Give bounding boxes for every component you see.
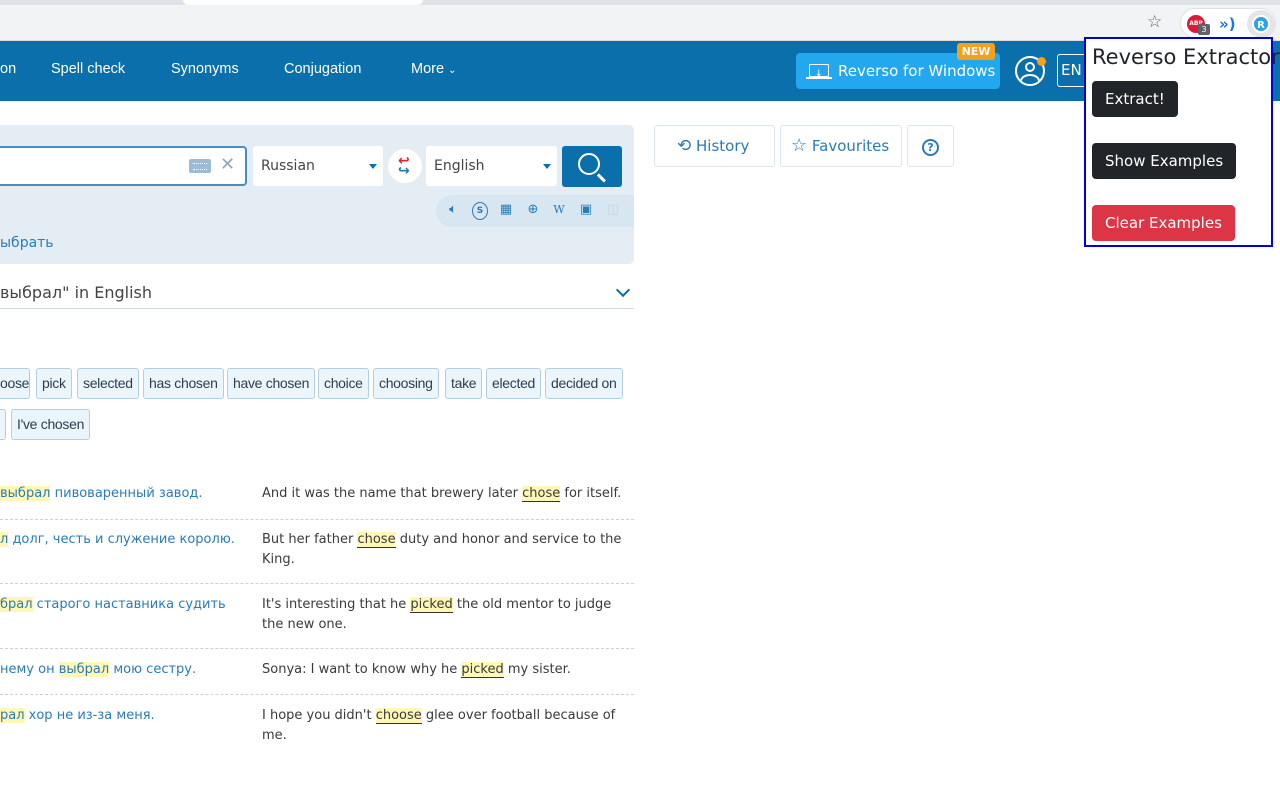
caret-down-icon [543, 164, 551, 169]
translation-chip[interactable]: have chosen [227, 368, 316, 399]
skype-icon[interactable]: S [472, 202, 488, 220]
extension-popup: Reverso Extractor Extract! Show Examples… [1084, 37, 1280, 247]
translation-chip[interactable]: choosing [373, 368, 439, 399]
globe-icon[interactable]: ⊕ [525, 202, 541, 218]
reverso-extension-icon[interactable]: R [1247, 10, 1275, 38]
nav-synonyms[interactable]: Synonyms [171, 61, 239, 77]
translation-chip[interactable] [0, 409, 6, 440]
clear-icon[interactable]: ✕ [220, 154, 235, 176]
nav-more-label: More [411, 61, 445, 77]
translation-chip[interactable]: I've chosen [11, 409, 91, 440]
translation-chip[interactable]: take [445, 368, 483, 399]
translation-chip[interactable]: elected [486, 368, 542, 399]
example-row: л долг, честь и служение королю. But her… [0, 520, 634, 584]
swap-arrow-icon-2: ↪ [398, 163, 410, 179]
read-aloud-icon[interactable]: ») [1219, 14, 1236, 34]
help-icon: ? [922, 139, 939, 156]
history-icon: ⟲ [677, 136, 692, 156]
reverso-windows-label: Reverso for Windows [838, 62, 996, 80]
translation-chip[interactable]: selected [77, 368, 139, 399]
speaker-icon[interactable]: 🔈︎ [445, 202, 461, 218]
example-row: нему он выбрал мою сестру. Sonya: I want… [0, 649, 634, 695]
history-label: History [696, 137, 750, 155]
example-source: брал старого наставника судить [0, 597, 226, 612]
query-link[interactable]: ыбрать [0, 235, 54, 251]
help-button[interactable]: ? [907, 125, 954, 167]
favourites-label: Favourites [811, 137, 890, 155]
nav-spell-check[interactable]: Spell check [51, 61, 125, 77]
example-target: And it was the name that brewery later c… [262, 486, 622, 502]
example-source: выбрал пивоваренный завод. [0, 486, 203, 501]
search-button[interactable] [562, 146, 622, 187]
example-row: брал старого наставника судить It's inte… [0, 584, 634, 649]
example-row: выбрал пивоваренный завод. And it was th… [0, 470, 634, 520]
search-icon [578, 153, 600, 175]
notification-dot [1037, 57, 1046, 66]
image-icon[interactable]: ▣ [578, 202, 594, 218]
browser-toolbar: ☆ ABP 3 ») R [0, 5, 1280, 41]
chevron-down-icon: ⌄ [448, 65, 457, 76]
table-icon[interactable]: ▦ [498, 202, 514, 218]
adblock-badge: 3 [1198, 24, 1210, 35]
history-button[interactable]: ⟲ History [654, 125, 775, 167]
star-outline-icon: ☆ [791, 135, 808, 156]
book-icon[interactable]: ◫ [605, 202, 621, 218]
clear-examples-button[interactable]: Clear Examples [1092, 205, 1235, 241]
search-panel: ✕ Russian ↩ ↪ English 🔈︎ S ▦ ⊕ W ▣ ◫ ыбр… [0, 125, 634, 264]
swap-languages-button[interactable]: ↩ ↪ [388, 149, 422, 183]
example-target: Sonya: I want to know why he picked my s… [262, 662, 571, 678]
new-badge: NEW [957, 43, 995, 60]
source-language-select[interactable]: Russian [253, 146, 383, 186]
example-target: But her father chose duty and honor and … [262, 532, 622, 567]
example-row: рал хор не из-за меня. I hope you didn't… [0, 695, 634, 755]
nav-more[interactable]: More ⌄ [411, 61, 456, 77]
nav-conjugation[interactable]: Conjugation [284, 61, 361, 77]
example-source: л долг, честь и служение королю. [0, 532, 235, 547]
example-target: It's interesting that he picked the old … [262, 597, 612, 632]
translations-header[interactable]: выбрал" in English [0, 282, 634, 309]
translation-chip[interactable]: pick [36, 368, 72, 399]
translation-chip[interactable]: decided on [545, 368, 623, 399]
show-examples-button[interactable]: Show Examples [1092, 143, 1237, 179]
star-icon[interactable]: ☆ [1147, 12, 1162, 32]
tools-strip: 🔈︎ S ▦ ⊕ W ▣ ◫ [436, 195, 634, 227]
example-source: нему он выбрал мою сестру. [0, 662, 197, 677]
chevron-down-icon[interactable] [615, 282, 631, 298]
search-input[interactable]: ✕ [0, 146, 247, 186]
translation-chip[interactable]: oose [0, 368, 30, 399]
keyboard-icon[interactable] [189, 159, 211, 173]
wikipedia-icon[interactable]: W [551, 202, 567, 218]
popup-title: Reverso Extractor [1092, 45, 1280, 69]
translation-chip[interactable]: has chosen [143, 368, 224, 399]
favourites-button[interactable]: ☆ Favourites [780, 125, 902, 167]
translations-title: выбрал" in English [0, 283, 153, 302]
target-language-select[interactable]: English [426, 146, 557, 186]
target-language-label: English [434, 158, 485, 174]
extensions-area: ABP 3 ») R [1180, 8, 1276, 38]
translation-chip[interactable]: choice [318, 368, 369, 399]
example-target: I hope you didn't choose glee over footb… [262, 708, 616, 743]
laptop-download-icon: ↓ [806, 64, 832, 79]
extract-button[interactable]: Extract! [1092, 81, 1178, 117]
reverso-logo: R [1252, 15, 1270, 33]
caret-down-icon [369, 164, 377, 169]
nav-translation[interactable]: on [0, 61, 16, 77]
example-source: рал хор не из-за меня. [0, 708, 155, 723]
source-language-label: Russian [261, 158, 315, 174]
